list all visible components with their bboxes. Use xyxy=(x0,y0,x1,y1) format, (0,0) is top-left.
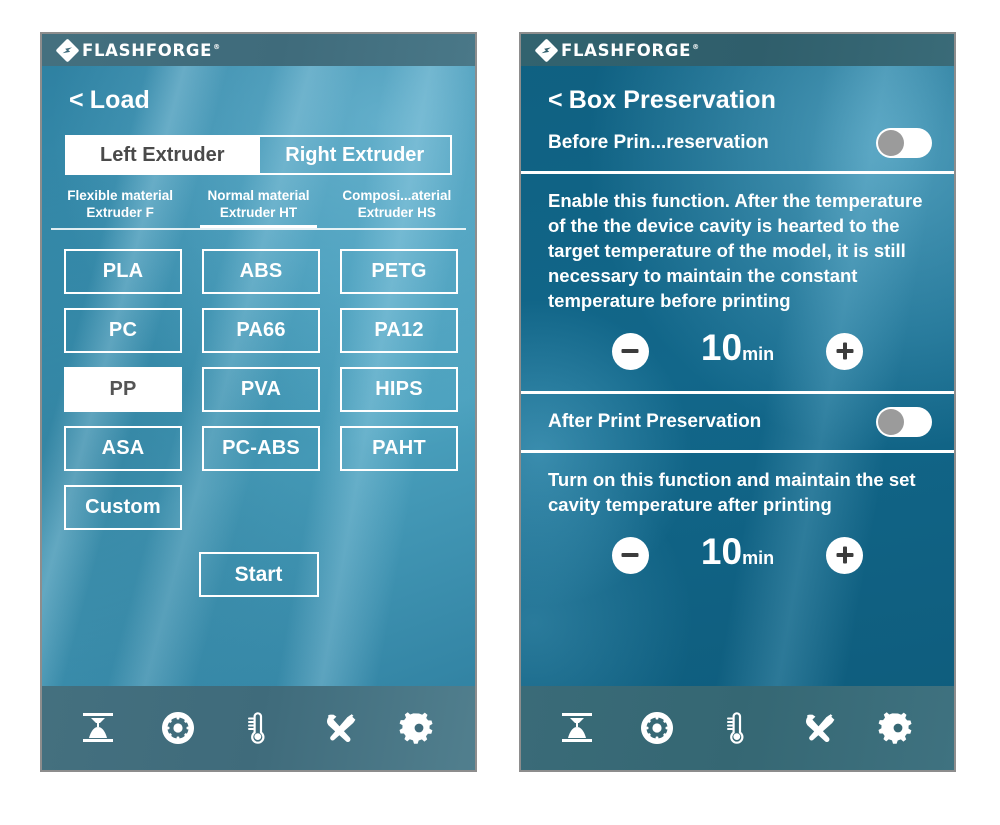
brand-name-left: FLASHFORGE® xyxy=(82,40,221,60)
material-button-pa12[interactable]: PA12 xyxy=(340,308,458,353)
before-print-stepper: 10min xyxy=(521,313,954,391)
toggle-knob xyxy=(878,130,904,156)
start-button[interactable]: Start xyxy=(198,552,319,597)
after-print-preservation-label: After Print Preservation xyxy=(548,411,762,432)
after-print-decrement-button[interactable] xyxy=(611,536,649,574)
flashforge-logo-icon xyxy=(55,37,80,63)
nav-tools-icon[interactable] xyxy=(311,700,367,756)
material-button-abs[interactable]: ABS xyxy=(202,249,320,294)
brand-header-left: FLASHFORGE® xyxy=(42,34,475,66)
trademark-mark-right: ® xyxy=(692,43,700,51)
tab-normal-line1: Normal material xyxy=(207,188,310,203)
page-title-text-right: Box Preservation xyxy=(568,86,776,114)
material-button-paht[interactable]: PAHT xyxy=(340,426,458,471)
bottom-nav-right xyxy=(521,686,954,770)
nav-tools-icon[interactable] xyxy=(790,700,846,756)
after-print-preservation-row: After Print Preservation xyxy=(521,394,954,450)
nav-extruder-print-icon[interactable] xyxy=(70,700,126,756)
material-button-pc-abs[interactable]: PC-ABS xyxy=(202,426,320,471)
brand-name-right: FLASHFORGE® xyxy=(561,40,700,60)
page-title-left: < Load xyxy=(42,66,475,115)
flashforge-logo-icon xyxy=(534,37,559,63)
nav-gear-icon[interactable] xyxy=(391,700,447,756)
after-print-unit: min xyxy=(742,548,775,568)
back-chevron-left[interactable]: < xyxy=(69,86,84,114)
tab-normal-material[interactable]: Normal material Extruder HT xyxy=(189,187,327,228)
before-print-preservation-row: Before Prin...reservation xyxy=(521,115,954,171)
material-category-tabs: Flexible material Extruder F Normal mate… xyxy=(42,187,475,228)
tab-composite-line2: Extruder HS xyxy=(357,205,436,220)
nav-thermometer-icon[interactable] xyxy=(709,700,765,756)
brand-header-right: FLASHFORGE® xyxy=(521,34,954,66)
page-title-right: < Box Preservation xyxy=(521,66,954,115)
material-button-hips[interactable]: HIPS xyxy=(340,367,458,412)
tab-flexible-material[interactable]: Flexible material Extruder F xyxy=(51,187,189,228)
material-button-custom[interactable]: Custom xyxy=(64,485,182,530)
nav-filament-spool-icon[interactable] xyxy=(150,700,206,756)
bottom-nav-left xyxy=(42,686,475,770)
after-print-stepper: 10min xyxy=(521,517,954,595)
start-row: Start xyxy=(42,552,475,597)
tab-composite-line1: Composi...aterial xyxy=(342,188,452,203)
after-print-description: Turn on this function and maintain the s… xyxy=(548,469,916,515)
after-print-preservation-toggle[interactable] xyxy=(876,407,932,437)
trademark-mark-left: ® xyxy=(213,43,221,51)
material-button-pa66[interactable]: PA66 xyxy=(202,308,320,353)
tab-flexible-line1: Flexible material xyxy=(67,188,174,203)
after-print-number: 10 xyxy=(700,531,743,572)
material-grid: PLA ABS PETG PC PA66 PA12 PP PVA HIPS AS… xyxy=(42,230,475,530)
back-chevron-right[interactable]: < xyxy=(548,86,563,114)
before-print-unit: min xyxy=(742,344,775,364)
before-print-decrement-button[interactable] xyxy=(611,332,649,370)
nav-extruder-print-icon[interactable] xyxy=(549,700,605,756)
material-button-pc[interactable]: PC xyxy=(64,308,182,353)
tab-flexible-line2: Extruder F xyxy=(86,205,154,220)
tab-normal-line2: Extruder HT xyxy=(219,205,298,220)
nav-thermometer-icon[interactable] xyxy=(230,700,286,756)
page-title-text-left: Load xyxy=(89,86,150,114)
toggle-knob xyxy=(878,409,904,435)
before-print-preservation-label: Before Prin...reservation xyxy=(548,132,769,153)
tab-left-extruder[interactable]: Left Extruder xyxy=(67,137,258,173)
material-button-asa[interactable]: ASA xyxy=(64,426,182,471)
material-button-petg[interactable]: PETG xyxy=(340,249,458,294)
extruder-selector: Left Extruder Right Extruder xyxy=(65,135,452,175)
before-print-value: 10min xyxy=(701,329,774,373)
before-print-preservation-toggle[interactable] xyxy=(876,128,932,158)
material-button-pla[interactable]: PLA xyxy=(64,249,182,294)
after-print-value: 10min xyxy=(701,533,774,577)
nav-gear-icon[interactable] xyxy=(870,700,926,756)
after-print-increment-button[interactable] xyxy=(826,536,864,574)
before-print-increment-button[interactable] xyxy=(826,332,864,370)
before-print-description: Enable this function. After the temperat… xyxy=(548,190,923,311)
material-button-pp[interactable]: PP xyxy=(64,367,182,412)
nav-filament-spool-icon[interactable] xyxy=(629,700,685,756)
dual-screen-comparison: FLASHFORGE® < Load Left Extruder Right Ex… xyxy=(0,0,1000,825)
material-button-pva[interactable]: PVA xyxy=(202,367,320,412)
left-device-screen: FLASHFORGE® < Load Left Extruder Right Ex… xyxy=(40,32,477,772)
tab-right-extruder[interactable]: Right Extruder xyxy=(257,137,451,173)
before-print-number: 10 xyxy=(700,327,743,368)
right-device-screen: FLASHFORGE® < Box Preservation Before Pri… xyxy=(519,32,956,772)
tab-composite-material[interactable]: Composi...aterial Extruder HS xyxy=(328,187,466,228)
